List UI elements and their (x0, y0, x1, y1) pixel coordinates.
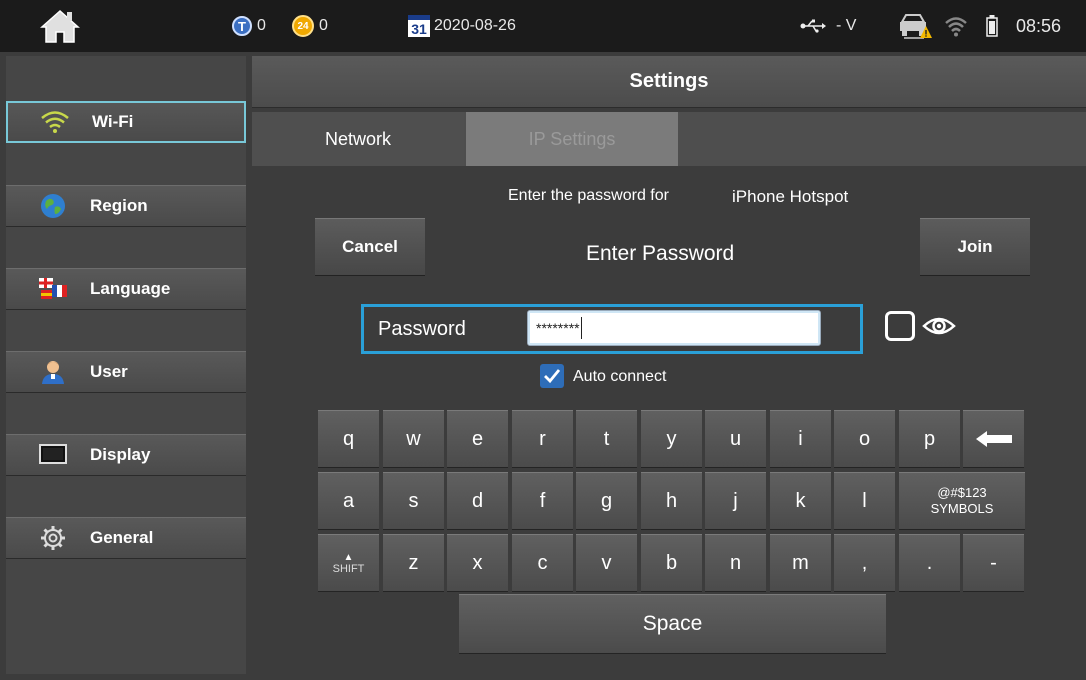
home-button[interactable] (0, 0, 120, 52)
key-g[interactable]: g (576, 472, 637, 530)
sidebar-item-general[interactable]: General (6, 517, 246, 559)
key-p[interactable]: p (899, 410, 960, 468)
monitor-icon (38, 442, 68, 468)
key-space[interactable]: Space (459, 594, 886, 654)
flags-icon (38, 276, 68, 302)
key-y[interactable]: y (641, 410, 702, 468)
sidebar: Wi-Fi Region Language User Display Gener… (6, 56, 246, 674)
voltage-text: - V (836, 17, 857, 34)
backspace-arrow-icon (975, 431, 1012, 447)
24-counter: 24 0 (292, 0, 328, 52)
sidebar-item-display[interactable]: Display (6, 434, 246, 476)
key-z[interactable]: z (383, 534, 444, 592)
key-comma[interactable]: , (834, 534, 895, 592)
sidebar-item-label: General (90, 528, 154, 547)
checkmark-icon (544, 369, 561, 384)
gear-icon (38, 525, 68, 551)
key-u[interactable]: u (705, 410, 766, 468)
sidebar-item-label: Language (90, 279, 171, 298)
network-name: iPhone Hotspot (732, 187, 849, 206)
password-input[interactable]: ******** (527, 310, 821, 346)
t-count: 0 (257, 17, 266, 34)
key-i[interactable]: i (770, 410, 831, 468)
key-j[interactable]: j (705, 472, 766, 530)
eye-icon (922, 317, 956, 335)
join-button[interactable]: Join (920, 218, 1030, 276)
key-l[interactable]: l (834, 472, 895, 530)
key-x[interactable]: x (447, 534, 508, 592)
key-b[interactable]: b (641, 534, 702, 592)
tab-ip-settings[interactable]: IP Settings (466, 112, 678, 166)
auto-connect-checkbox[interactable] (540, 364, 564, 388)
page-title: Settings (252, 56, 1086, 108)
shift-arrow-icon: ▲ (343, 551, 354, 563)
shift-label: SHIFT (332, 562, 365, 575)
key-q[interactable]: q (318, 410, 379, 468)
key-symbols[interactable]: @#$123 SYMBOLS (899, 472, 1025, 530)
battery-icon (986, 15, 998, 37)
key-shift[interactable]: ▲ SHIFT (318, 534, 379, 592)
calendar-icon: 31 (408, 15, 430, 37)
user-icon (38, 359, 68, 385)
symbols-key-line1: @#$123 (937, 485, 987, 500)
usb-icon (800, 19, 826, 33)
home-icon (40, 9, 80, 43)
key-backspace[interactable] (963, 410, 1024, 468)
password-value: ******** (536, 320, 580, 336)
sidebar-item-label: User (90, 362, 128, 381)
key-o[interactable]: o (834, 410, 895, 468)
key-r[interactable]: r (512, 410, 573, 468)
status-bar: T 0 24 0 31 2020-08-26 - V 08:56 (0, 0, 1086, 52)
sidebar-item-label: Display (90, 445, 151, 464)
wifi-icon (40, 109, 70, 135)
key-c[interactable]: c (512, 534, 573, 592)
text-caret (580, 317, 582, 339)
t-counter: T 0 (232, 0, 266, 52)
key-period[interactable]: . (899, 534, 960, 592)
tab-network[interactable]: Network (252, 112, 464, 166)
wifi-status (944, 0, 968, 52)
tab-bar: Network IP Settings (252, 112, 1086, 166)
date-text: 2020-08-26 (434, 17, 516, 34)
key-k[interactable]: k (770, 472, 831, 530)
key-h[interactable]: h (641, 472, 702, 530)
sidebar-item-wifi[interactable]: Wi-Fi (6, 101, 246, 143)
password-prompt: Enter the password for (508, 187, 669, 204)
sidebar-item-label: Wi-Fi (92, 112, 134, 131)
key-t[interactable]: t (576, 410, 637, 468)
key-f[interactable]: f (512, 472, 573, 530)
t-badge-icon: T (232, 16, 252, 36)
car-warning-icon (900, 14, 932, 39)
key-s[interactable]: s (383, 472, 444, 530)
sidebar-item-label: Region (90, 196, 148, 215)
sidebar-item-language[interactable]: Language (6, 268, 246, 310)
auto-connect-label: Auto connect (573, 368, 667, 385)
key-n[interactable]: n (705, 534, 766, 592)
battery-status (986, 0, 998, 52)
24-count: 0 (319, 17, 328, 34)
globe-icon (38, 193, 68, 219)
show-password-checkbox[interactable] (885, 311, 915, 341)
sidebar-item-user[interactable]: User (6, 351, 246, 393)
key-dash[interactable]: - (963, 534, 1024, 592)
key-w[interactable]: w (383, 410, 444, 468)
key-e[interactable]: e (447, 410, 508, 468)
vehicle-warning (898, 0, 932, 52)
password-label: Password (378, 318, 466, 340)
key-d[interactable]: d (447, 472, 508, 530)
symbols-key-line2: SYMBOLS (930, 501, 994, 516)
key-v[interactable]: v (576, 534, 637, 592)
usb-voltage: - V (800, 0, 856, 52)
sidebar-item-region[interactable]: Region (6, 185, 246, 227)
key-m[interactable]: m (770, 534, 831, 592)
dialog-title: Enter Password (586, 242, 735, 265)
date-display: 31 2020-08-26 (408, 0, 516, 52)
clock: 08:56 (1016, 15, 1062, 36)
24-badge-icon: 24 (292, 15, 314, 37)
wifi-signal-icon (945, 17, 967, 37)
cancel-button[interactable]: Cancel (315, 218, 425, 276)
key-a[interactable]: a (318, 472, 379, 530)
